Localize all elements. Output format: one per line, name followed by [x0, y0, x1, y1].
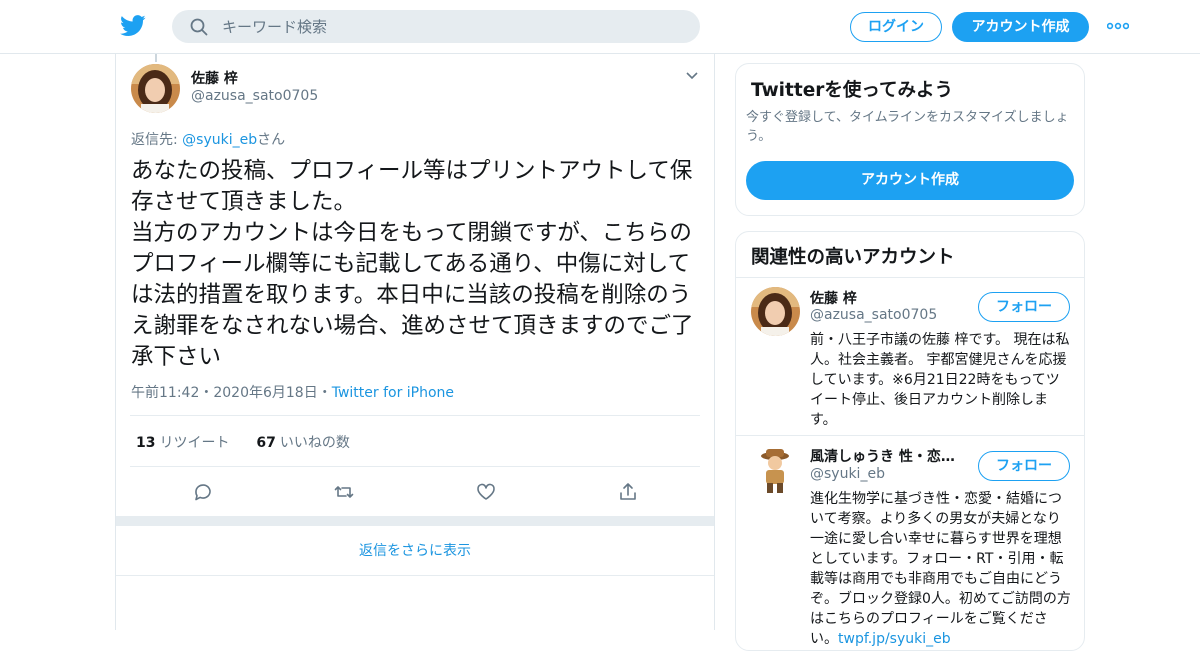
- author-avatar[interactable]: [131, 64, 180, 113]
- author-name[interactable]: 佐藤 梓: [191, 68, 238, 88]
- signup-button[interactable]: アカウント作成: [952, 12, 1089, 42]
- related-account-handle[interactable]: @azusa_sato0705: [810, 307, 937, 323]
- bio-link[interactable]: twpf.jp/syuki_eb: [838, 631, 951, 647]
- replying-suffix: さん: [257, 132, 286, 148]
- like-label: いいねの数: [279, 435, 350, 451]
- follow-button[interactable]: フォロー: [978, 451, 1070, 481]
- divider: [130, 415, 700, 416]
- divider: [736, 277, 1084, 278]
- meta-separator: ・: [317, 385, 332, 401]
- chevron-down-icon[interactable]: [686, 72, 698, 80]
- related-account-handle[interactable]: @syuki_eb: [810, 466, 885, 482]
- tweet-text: あなたの投稿、プロフィール等はプリントアウトして保存させて頂きました。 当方のア…: [131, 158, 694, 370]
- like-count: 67: [256, 435, 276, 451]
- related-account-name[interactable]: 佐藤 梓: [810, 288, 857, 308]
- tweet-source-link[interactable]: Twitter for iPhone: [332, 385, 454, 401]
- related-account-bio: 前・八王子市議の佐藤 梓です。 現在は私人。社会主義者。 宇都宮健児さんを応援し…: [810, 332, 1070, 428]
- share-icon[interactable]: [618, 482, 638, 502]
- retweet-label: リツイート: [159, 435, 230, 451]
- related-card-title: 関連性の高いアカウント: [751, 247, 955, 268]
- retweet-stat[interactable]: 13 リツイート: [136, 435, 229, 451]
- signup-card-subtitle: 今すぐ登録して、タイムラインをカスタマイズしましょう。: [746, 110, 1069, 144]
- replying-prefix: 返信先:: [131, 132, 183, 148]
- related-accounts-card: 関連性の高いアカウント 佐藤 梓 @azusa_sato0705 フォロー 前・…: [735, 231, 1085, 651]
- more-options-icon[interactable]: [1107, 22, 1129, 30]
- divider: [130, 466, 700, 467]
- tweet-time[interactable]: 午前11:42: [131, 385, 199, 401]
- search-input[interactable]: [222, 10, 682, 43]
- related-account-bio: 進化生物学に基づき性・恋愛・結婚について考察。より多くの男女が夫婦となり一途に愛…: [810, 489, 1072, 649]
- search-box: [172, 10, 700, 43]
- divider: [736, 435, 1084, 436]
- retweet-icon[interactable]: [334, 482, 354, 502]
- tweet-stats: 13 リツイート 67 いいねの数: [136, 432, 350, 452]
- tweet-metadata: 午前11:42・2020年6月18日・Twitter for iPhone: [131, 382, 454, 402]
- reply-icon[interactable]: [193, 482, 213, 502]
- replying-handle-link[interactable]: @syuki_eb: [182, 132, 257, 148]
- section-separator: [116, 516, 714, 526]
- login-button[interactable]: ログイン: [850, 12, 942, 42]
- top-navigation-bar: ログイン アカウント作成: [0, 0, 1200, 54]
- related-account-avatar[interactable]: [751, 446, 800, 495]
- author-handle[interactable]: @azusa_sato0705: [191, 88, 318, 104]
- follow-button[interactable]: フォロー: [978, 292, 1070, 322]
- related-account-bio-text: 進化生物学に基づき性・恋愛・結婚について考察。より多くの男女が夫婦となり一途に愛…: [810, 491, 1071, 647]
- tweet-permalink-column: 佐藤 梓 @azusa_sato0705 返信先: @syuki_ebさん あな…: [115, 54, 715, 630]
- search-icon: [190, 18, 208, 36]
- related-account-name[interactable]: 風清しゅうき 性・恋…: [810, 446, 955, 466]
- twitter-bird-icon[interactable]: [120, 14, 146, 38]
- show-more-replies-link[interactable]: 返信をさらに表示: [116, 526, 714, 576]
- signup-card: Twitterを使ってみよう 今すぐ登録して、タイムラインをカスタマイズしましょ…: [735, 63, 1085, 216]
- signup-card-title: Twitterを使ってみよう: [751, 80, 953, 101]
- signup-card-button[interactable]: アカウント作成: [746, 161, 1074, 200]
- related-account-avatar[interactable]: [751, 287, 800, 336]
- retweet-count: 13: [136, 435, 156, 451]
- replying-to: 返信先: @syuki_ebさん: [131, 129, 285, 149]
- meta-separator: ・: [199, 385, 214, 401]
- like-heart-icon[interactable]: [476, 482, 496, 502]
- like-stat[interactable]: 67 いいねの数: [256, 435, 349, 451]
- tweet-date[interactable]: 2020年6月18日: [213, 385, 317, 401]
- thread-connector: [155, 54, 157, 62]
